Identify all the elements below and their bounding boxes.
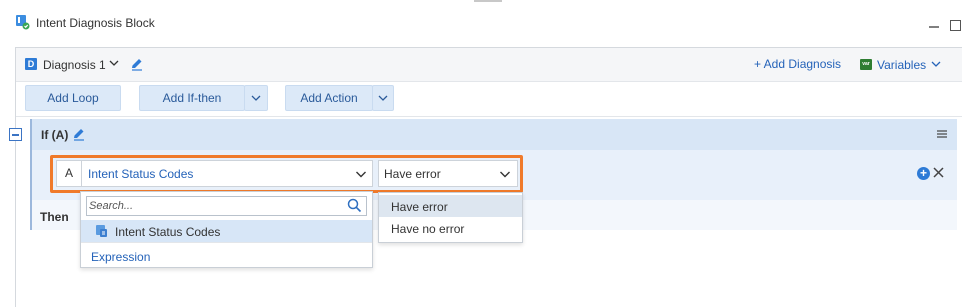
window-drag-handle[interactable] <box>474 0 502 2</box>
collapse-toggle-icon[interactable] <box>9 128 22 141</box>
chevron-down-icon[interactable] <box>930 58 942 70</box>
variables-menu[interactable]: Variables <box>877 58 926 72</box>
hamburger-menu-icon[interactable] <box>936 128 948 140</box>
operator-option-label: Have error <box>391 200 448 214</box>
chevron-down-icon[interactable] <box>108 57 120 69</box>
add-condition-icon[interactable]: + <box>917 167 930 180</box>
status-codes-icon <box>96 225 107 237</box>
minimize-icon[interactable] <box>928 18 940 32</box>
highlight-annotation <box>50 155 523 193</box>
then-label: Then <box>40 210 69 224</box>
add-loop-button[interactable]: Add Loop <box>25 85 121 111</box>
search-icon[interactable] <box>347 198 362 213</box>
flow-block-icon <box>16 14 30 30</box>
chevron-down-icon <box>378 95 388 101</box>
if-block-label: If (A) <box>41 128 69 142</box>
chevron-down-icon <box>251 95 261 101</box>
add-ifthen-dropdown[interactable] <box>244 85 268 111</box>
diagnosis-badge-icon: D <box>25 58 37 70</box>
dropdown-item-label: Intent Status Codes <box>115 225 221 239</box>
add-action-button[interactable]: Add Action <box>285 85 373 111</box>
toolbar-divider <box>16 116 962 117</box>
add-ifthen-button[interactable]: Add If-then <box>139 85 245 111</box>
maximize-icon[interactable] <box>950 20 961 31</box>
close-icon[interactable] <box>932 166 945 179</box>
if-block-header <box>30 119 957 150</box>
search-input[interactable] <box>89 197 344 215</box>
dropdown-item-label: Expression <box>91 250 151 264</box>
add-action-dropdown[interactable] <box>372 85 394 111</box>
add-diagnosis-link[interactable]: + Add Diagnosis <box>754 57 841 71</box>
pencil-icon[interactable] <box>130 57 144 71</box>
variables-icon: var <box>860 59 872 70</box>
window-title: Intent Diagnosis Block <box>36 16 155 30</box>
pencil-icon[interactable] <box>72 127 86 141</box>
diagnosis-name[interactable]: Diagnosis 1 <box>43 58 106 72</box>
operator-option-label: Have no error <box>391 222 465 236</box>
